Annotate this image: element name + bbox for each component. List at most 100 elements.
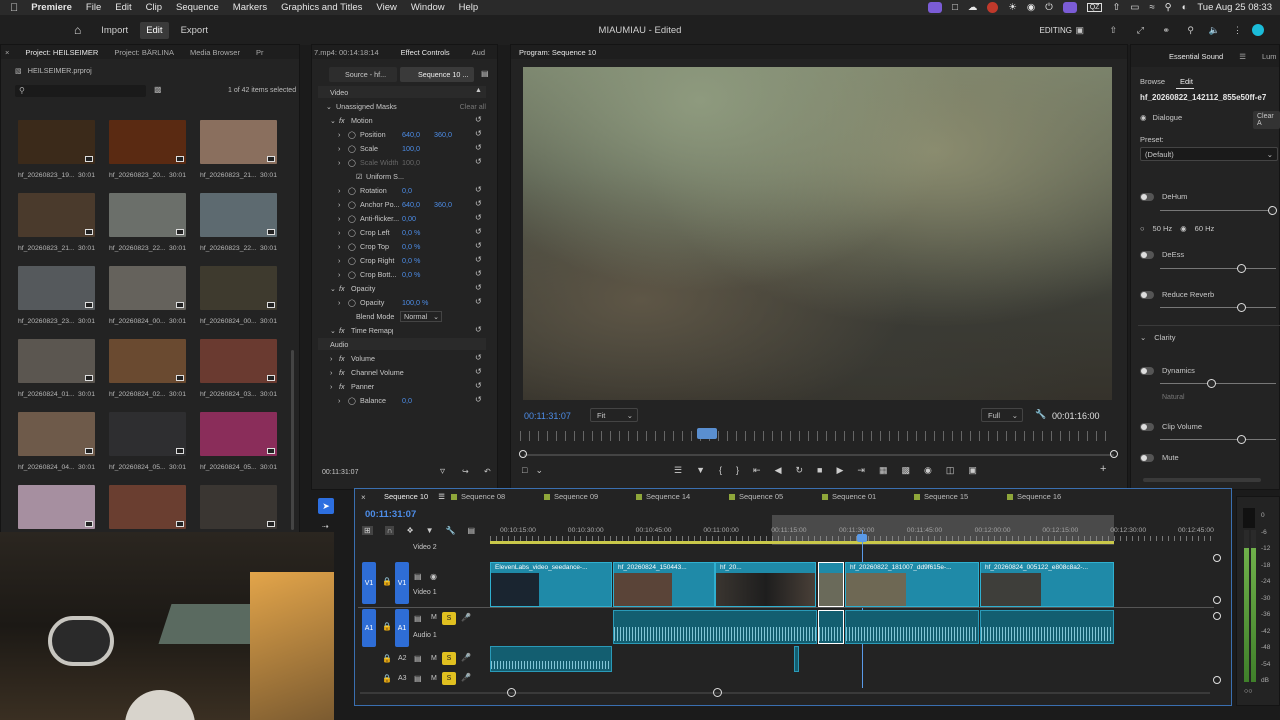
stopwatch-icon[interactable]: ◯ [348,200,360,209]
power-icon[interactable]: ⏻ [1045,2,1053,13]
project-thumbnail[interactable]: hf_20260823_21... 30:01 [200,120,277,193]
menu-app-name[interactable]: Premiere [24,2,79,13]
effect-property-row[interactable]: › ◯ Position 640,0 360,0 ↺ [326,127,486,141]
sync-lock-icon[interactable]: ▤ [414,674,422,683]
user-avatar[interactable] [1252,24,1264,36]
linked-selection-icon[interactable]: ❖ [406,526,413,535]
stopwatch-icon[interactable]: ◯ [348,130,360,139]
overwrite-icon[interactable]: ▩ [901,465,910,476]
editing-mode-label[interactable]: EDITING [1040,26,1072,35]
dehum-slider-knob[interactable] [1268,206,1277,215]
project-thumbnail[interactable]: hf_20260824_01... 30:01 [18,339,95,412]
effect-value-1[interactable]: 100,0 [402,158,434,167]
battery-icon[interactable]: ▭ [1130,2,1139,13]
camera-icon[interactable]: ◉ [924,465,932,476]
timeline-zoom-handle-right[interactable] [713,688,722,697]
tab-lumetri[interactable]: Lum [1254,52,1280,61]
menu-markers[interactable]: Markers [226,2,274,13]
program-time-ruler[interactable] [520,431,1112,441]
project-thumbnail[interactable]: hf_20260824_00... 30:01 [200,266,277,339]
microphone-icon[interactable]: 🎤 [461,613,471,622]
workspace-import[interactable]: Import [95,22,134,39]
menu-window[interactable]: Window [404,2,452,13]
effect-value-1[interactable]: 0,0 % [402,242,434,251]
tab-media-browser[interactable]: Media Browser [182,48,248,57]
reset-icon[interactable]: ↺ [475,129,482,138]
dehum-slider[interactable] [1160,210,1276,211]
lift-icon[interactable]: ☰ [674,465,682,476]
chevron-right-icon[interactable]: › [338,214,348,223]
program-monitor-title[interactable]: Program: Sequence 10 [511,48,604,57]
reset-icon[interactable]: ↺ [475,213,482,222]
timeline-horizontal-scrollbar[interactable] [360,692,1210,694]
tab-essential-sound[interactable]: Essential Sound [1161,52,1231,61]
microphone-icon[interactable]: 🎤 [461,673,471,682]
effect-property-row[interactable]: › ◯ Crop Bott... 0,0 % ↺ [326,267,486,281]
clip-volume-toggle[interactable] [1140,422,1154,431]
mute-track-button[interactable]: M [431,675,437,682]
menu-view[interactable]: View [369,2,403,13]
track-select-tool-icon[interactable]: ⇢ [322,522,329,531]
tab-effect-controls[interactable]: Effect Controls [393,48,458,57]
project-thumbnail[interactable]: hf_20260824_05... 30:01 [109,412,186,485]
stopwatch-icon[interactable]: ◯ [348,186,360,195]
project-thumbnail[interactable]: hf_20260823_20... 30:01 [109,120,186,193]
zoom-handle-left[interactable] [519,450,527,458]
track-scroll-handle[interactable] [1213,554,1221,562]
checkbox-icon[interactable]: ☑ [356,172,366,181]
effect-value-1[interactable]: 100,0 % [402,298,434,307]
v1-track-target[interactable]: V1 [395,562,409,604]
close-icon[interactable]: × [1,48,17,57]
program-zoom-bar[interactable] [524,454,1114,456]
reset-icon[interactable]: ↺ [475,283,482,292]
play-icon[interactable]: ▶ [836,465,843,476]
microphone-icon[interactable]: 🎤 [461,653,471,662]
chevron-right-icon[interactable]: › [338,130,348,139]
radio-50hz[interactable]: ○ [1140,224,1145,233]
chevron-right-icon[interactable]: › [338,158,348,167]
effect-property-row[interactable]: ⌄fx Time Remapping ↺ [326,323,486,337]
a1-source-patch[interactable]: A1 [362,609,376,647]
project-thumbnail[interactable]: hf_20260824_02... 30:01 [109,339,186,412]
project-thumbnail[interactable]: hf_20260824_03... 30:01 [200,339,277,412]
dehum-toggle[interactable] [1140,192,1154,201]
captions-icon[interactable]: ▤ [468,526,476,535]
track-scroll-handle[interactable] [1213,612,1221,620]
essential-sound-scrollbar[interactable] [1143,478,1261,482]
reset-icon[interactable]: ↺ [475,241,482,250]
play-circle-icon[interactable]: ◉ [1027,2,1035,13]
chevron-down-icon[interactable]: ⌄ [330,326,339,335]
tab-more[interactable]: Pr [248,48,272,57]
safe-margins-icon[interactable]: □ [522,465,527,476]
stopwatch-icon[interactable]: ◯ [348,242,360,251]
chat-icon[interactable]: □ [952,2,958,13]
project-scrollbar[interactable] [291,350,294,530]
project-thumbnail[interactable]: hf_20260823_19... 30:01 [18,120,95,193]
menu-clip[interactable]: Clip [139,2,169,13]
marker-icon[interactable]: ▼ [696,465,705,476]
sequence-tab[interactable]: Sequence 01 [822,492,876,501]
blend-mode-select[interactable]: Normal ⌄ [400,310,443,322]
effect-value-1[interactable]: 0,0 % [402,270,434,279]
more-icon[interactable]: ⋮ [1233,25,1242,36]
sync-lock-icon[interactable]: ▤ [414,572,422,581]
dynamics-slider-knob[interactable] [1207,379,1216,388]
deess-slider[interactable] [1160,268,1276,269]
reset-icon[interactable]: ↺ [475,227,482,236]
timeline-video-clip[interactable]: hf_20260822_181007_dd9f615e-... [845,562,979,607]
chevron-right-icon[interactable]: › [338,242,348,251]
zoom-handle-right[interactable] [1110,450,1118,458]
menu-sequence[interactable]: Sequence [169,2,226,13]
program-timecode[interactable]: 00:11:31:07 [524,411,571,421]
search-icon[interactable]: ⚲ [1187,25,1194,36]
project-thumbnail[interactable]: hf_20260823_23... 30:01 [18,266,95,339]
reset-icon[interactable]: ↺ [475,157,482,166]
clarity-row[interactable]: ⌄ Clarity [1140,333,1176,342]
render-icon[interactable]: ↶ [484,467,491,476]
project-thumbnail[interactable]: hf_20260823_22... 30:01 [109,193,186,266]
close-sequence-icon[interactable]: × [361,493,366,502]
dynamics-slider[interactable] [1160,383,1276,384]
sequence-tab[interactable]: Sequence 10 ☰ [384,492,445,501]
stopwatch-icon[interactable]: ◯ [348,214,360,223]
stop-icon[interactable]: ■ [817,465,822,476]
